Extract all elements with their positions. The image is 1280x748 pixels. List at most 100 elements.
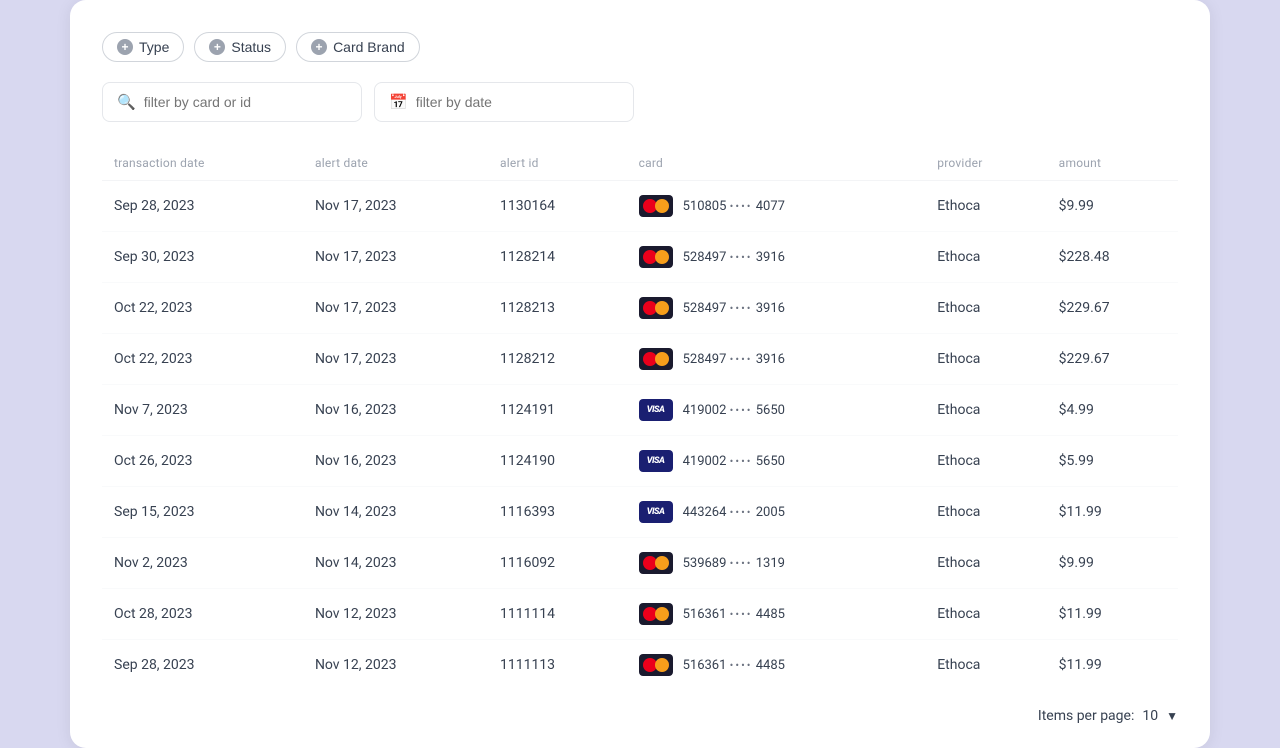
table-row[interactable]: Oct 22, 2023 Nov 17, 2023 1128213 528497… xyxy=(102,283,1178,334)
cell-provider: Ethoca xyxy=(925,538,1046,589)
cell-card: 528497 •••• 3916 xyxy=(627,232,926,283)
cell-amount: $5.99 xyxy=(1047,436,1178,487)
status-plus-icon: + xyxy=(209,39,225,55)
card-number: 528497 •••• 3916 xyxy=(683,301,785,316)
date-search-wrap: 📅 xyxy=(374,82,634,122)
cell-alert-date: Nov 17, 2023 xyxy=(303,334,488,385)
cell-amount: $9.99 xyxy=(1047,181,1178,232)
cell-amount: $11.99 xyxy=(1047,640,1178,691)
mastercard-icon xyxy=(639,603,673,625)
main-card: + Type + Status + Card Brand 🔍 📅 transac… xyxy=(70,0,1210,748)
transactions-table: transaction date alert date alert id car… xyxy=(102,146,1178,690)
table-footer: Items per page: 10 ▼ xyxy=(102,690,1178,724)
type-plus-icon: + xyxy=(117,39,133,55)
cell-provider: Ethoca xyxy=(925,487,1046,538)
card-number: 539689 •••• 1319 xyxy=(683,556,785,571)
table-row[interactable]: Nov 7, 2023 Nov 16, 2023 1124191 VISA 41… xyxy=(102,385,1178,436)
card-number: 516361 •••• 4485 xyxy=(683,607,785,622)
cell-alert-date: Nov 16, 2023 xyxy=(303,436,488,487)
card-number: 528497 •••• 3916 xyxy=(683,250,785,265)
cell-amount: $4.99 xyxy=(1047,385,1178,436)
table-row[interactable]: Nov 2, 2023 Nov 14, 2023 1116092 539689 … xyxy=(102,538,1178,589)
cell-alert-date: Nov 17, 2023 xyxy=(303,283,488,334)
items-per-page-value: 10 xyxy=(1142,708,1158,724)
table-row[interactable]: Sep 30, 2023 Nov 17, 2023 1128214 528497… xyxy=(102,232,1178,283)
cell-alert-date: Nov 14, 2023 xyxy=(303,487,488,538)
cell-card: 528497 •••• 3916 xyxy=(627,334,926,385)
cell-alert-id: 1124190 xyxy=(488,436,627,487)
cell-card: 516361 •••• 4485 xyxy=(627,640,926,691)
date-search-input[interactable] xyxy=(416,94,619,110)
cell-card: 516361 •••• 4485 xyxy=(627,589,926,640)
card-search-wrap: 🔍 xyxy=(102,82,362,122)
table-row[interactable]: Sep 28, 2023 Nov 12, 2023 1111113 516361… xyxy=(102,640,1178,691)
cell-alert-id: 1124191 xyxy=(488,385,627,436)
table-header-row: transaction date alert date alert id car… xyxy=(102,146,1178,181)
cell-alert-date: Nov 16, 2023 xyxy=(303,385,488,436)
card-number: 419002 •••• 5650 xyxy=(683,454,785,469)
card-brand-filter-button[interactable]: + Card Brand xyxy=(296,32,420,62)
table-row[interactable]: Oct 22, 2023 Nov 17, 2023 1128212 528497… xyxy=(102,334,1178,385)
cell-card: 539689 •••• 1319 xyxy=(627,538,926,589)
cell-alert-date: Nov 14, 2023 xyxy=(303,538,488,589)
cell-transaction-date: Nov 2, 2023 xyxy=(102,538,303,589)
cell-provider: Ethoca xyxy=(925,589,1046,640)
card-number: 510805 •••• 4077 xyxy=(683,199,785,214)
status-filter-button[interactable]: + Status xyxy=(194,32,286,62)
cell-transaction-date: Oct 28, 2023 xyxy=(102,589,303,640)
items-per-page-label: Items per page: xyxy=(1038,708,1134,724)
visa-card-icon: VISA xyxy=(639,450,673,472)
table-row[interactable]: Sep 28, 2023 Nov 17, 2023 1130164 510805… xyxy=(102,181,1178,232)
card-number: 443264 •••• 2005 xyxy=(683,505,785,520)
cell-transaction-date: Sep 15, 2023 xyxy=(102,487,303,538)
col-alert-date: alert date xyxy=(303,146,488,181)
cell-amount: $228.48 xyxy=(1047,232,1178,283)
table-row[interactable]: Sep 15, 2023 Nov 14, 2023 1116393 VISA 4… xyxy=(102,487,1178,538)
cell-provider: Ethoca xyxy=(925,385,1046,436)
cell-transaction-date: Sep 28, 2023 xyxy=(102,640,303,691)
mastercard-icon xyxy=(639,195,673,217)
type-filter-button[interactable]: + Type xyxy=(102,32,184,62)
col-transaction-date: transaction date xyxy=(102,146,303,181)
card-brand-plus-icon: + xyxy=(311,39,327,55)
calendar-icon: 📅 xyxy=(389,93,408,111)
search-row: 🔍 📅 xyxy=(102,82,1178,122)
cell-amount: $11.99 xyxy=(1047,487,1178,538)
cell-amount: $9.99 xyxy=(1047,538,1178,589)
cell-card: VISA 419002 •••• 5650 xyxy=(627,385,926,436)
cell-alert-id: 1130164 xyxy=(488,181,627,232)
cell-card: VISA 419002 •••• 5650 xyxy=(627,436,926,487)
table-row[interactable]: Oct 26, 2023 Nov 16, 2023 1124190 VISA 4… xyxy=(102,436,1178,487)
cell-alert-date: Nov 12, 2023 xyxy=(303,589,488,640)
mastercard-icon xyxy=(639,552,673,574)
status-filter-label: Status xyxy=(231,39,271,55)
card-number: 528497 •••• 3916 xyxy=(683,352,785,367)
card-search-input[interactable] xyxy=(144,94,347,110)
cell-transaction-date: Oct 22, 2023 xyxy=(102,334,303,385)
table-row[interactable]: Oct 28, 2023 Nov 12, 2023 1111114 516361… xyxy=(102,589,1178,640)
col-card: card xyxy=(627,146,926,181)
mastercard-icon xyxy=(639,654,673,676)
cell-provider: Ethoca xyxy=(925,181,1046,232)
cell-transaction-date: Sep 30, 2023 xyxy=(102,232,303,283)
filter-buttons-row: + Type + Status + Card Brand xyxy=(102,32,1178,62)
cell-alert-date: Nov 17, 2023 xyxy=(303,232,488,283)
cell-provider: Ethoca xyxy=(925,436,1046,487)
cell-provider: Ethoca xyxy=(925,232,1046,283)
cell-amount: $11.99 xyxy=(1047,589,1178,640)
cell-alert-id: 1111114 xyxy=(488,589,627,640)
cell-provider: Ethoca xyxy=(925,334,1046,385)
cell-transaction-date: Nov 7, 2023 xyxy=(102,385,303,436)
cell-provider: Ethoca xyxy=(925,283,1046,334)
visa-card-icon: VISA xyxy=(639,399,673,421)
cell-card: 510805 •••• 4077 xyxy=(627,181,926,232)
col-amount: amount xyxy=(1047,146,1178,181)
card-brand-filter-label: Card Brand xyxy=(333,39,405,55)
cell-provider: Ethoca xyxy=(925,640,1046,691)
cell-amount: $229.67 xyxy=(1047,283,1178,334)
items-per-page-arrow[interactable]: ▼ xyxy=(1166,709,1178,723)
items-per-page-control: Items per page: 10 ▼ xyxy=(1038,708,1178,724)
mastercard-icon xyxy=(639,297,673,319)
cell-alert-id: 1116393 xyxy=(488,487,627,538)
cell-alert-id: 1128212 xyxy=(488,334,627,385)
